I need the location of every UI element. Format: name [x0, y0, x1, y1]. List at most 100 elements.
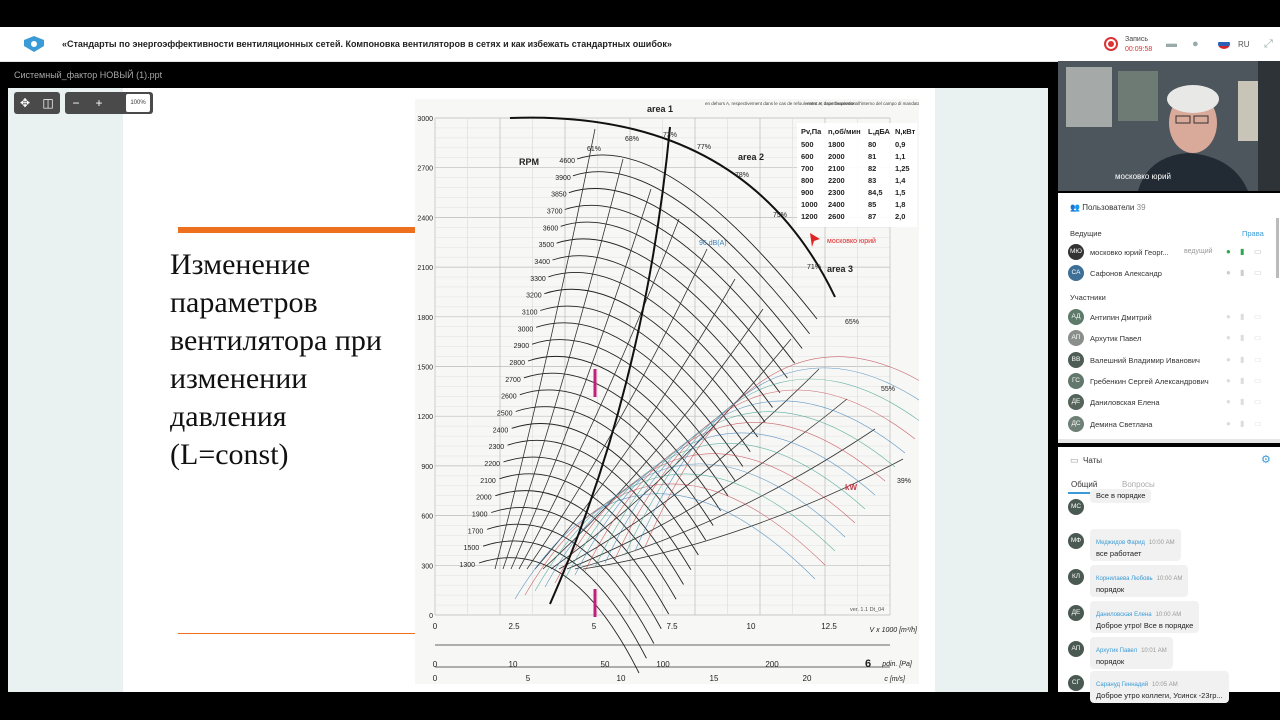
table-cell: 80 [868, 140, 876, 149]
participant-row[interactable]: ДС Демина Светлана ● ▮ ▭ [1068, 415, 1276, 436]
fullscreen-icon[interactable]: ⤢ [1264, 38, 1273, 51]
message-bubble: Даниловская Елена 10:00 AM Доброе утро! Вс… [1090, 601, 1200, 633]
tab-questions[interactable]: Вопросы [1122, 480, 1155, 489]
message-author[interactable]: Меджидов Фарид [1096, 540, 1145, 546]
table-cell: 1,8 [895, 200, 905, 209]
microphone-off-icon[interactable]: ● [1226, 333, 1231, 342]
folder-icon[interactable]: ▬ [1166, 38, 1177, 50]
efficiency-label: 71% [807, 264, 821, 271]
table-cell: 700 [801, 164, 814, 173]
message-author[interactable]: Корнилаева Любовь [1096, 576, 1153, 582]
zoom-out-button[interactable]: − [65, 92, 87, 114]
slide-accent-line [178, 227, 416, 233]
screen-share-icon[interactable]: ▭ [1254, 268, 1262, 277]
avatar: МС [1068, 499, 1084, 515]
header-note: entro A, rispettivamente all'interno del… [807, 101, 919, 106]
participant-row[interactable]: ВВ Валешний Владимир Иванович ● ▮ ▭ [1068, 351, 1276, 372]
zoom-in-button[interactable]: + [88, 92, 110, 114]
tab-general[interactable]: Общий [1071, 480, 1097, 489]
move-icon[interactable]: ✥ [14, 92, 36, 114]
y-tick-label: 0 [429, 613, 433, 620]
camera-off-icon[interactable]: ▮ [1240, 355, 1244, 364]
microphone-off-icon[interactable]: ● [1226, 312, 1231, 321]
microphone-off-icon[interactable]: ● [1226, 397, 1231, 406]
panel-resize-handle[interactable] [1058, 439, 1280, 443]
microphone-off-icon[interactable]: ● [1226, 419, 1231, 428]
russia-flag-icon[interactable] [1218, 39, 1230, 49]
participant-row[interactable]: ДЕ Даниловская Елена ● ▮ ▭ [1068, 394, 1276, 414]
message-time: 10:00 AM [1155, 612, 1182, 618]
camera-icon[interactable]: ▮ [1240, 247, 1244, 256]
avatar: КЛ [1068, 569, 1084, 585]
meeting-title: «Стандарты по энергоэффективности вентил… [62, 39, 672, 49]
camera-off-icon[interactable]: ▮ [1240, 312, 1244, 321]
screen-share-icon[interactable]: ▭ [1254, 419, 1262, 428]
table-cell: 2,0 [895, 212, 905, 221]
camera-off-icon[interactable]: ▮ [1240, 268, 1244, 277]
message-author[interactable]: Архутик Павел [1096, 648, 1137, 654]
fit-width-icon[interactable]: ◫ [37, 92, 59, 114]
rpm-value-label: 3900 [555, 175, 571, 182]
message-bubble: Сарануд Геннадий 10:05 AM Доброе утро колл… [1090, 671, 1229, 703]
camera-off-icon[interactable]: ▮ [1240, 376, 1244, 385]
camera-off-icon[interactable]: ▮ [1240, 333, 1244, 342]
user-name: московко юрий Георг... [1090, 248, 1169, 257]
message-text: порядок [1096, 657, 1125, 666]
avatar: ВВ [1068, 351, 1084, 368]
microphone-off-icon[interactable]: ● [1226, 268, 1231, 277]
language-selector[interactable]: RU [1238, 40, 1250, 49]
message-time: 10:05 AM [1152, 682, 1178, 688]
screen-share-icon[interactable]: ▭ [1254, 247, 1262, 256]
host-row[interactable]: МЮ московко юрий Георг... ведущий ● ▮ ▭ [1068, 244, 1276, 264]
table-cell: 83 [868, 176, 876, 185]
x-tick-label: 12.5 [821, 622, 837, 631]
rpm-value-label: 3000 [518, 326, 534, 333]
microphone-off-icon[interactable]: ● [1226, 376, 1231, 385]
x-tick-label: 7.5 [666, 622, 678, 631]
table-cell: 82 [868, 164, 876, 173]
table-header: L,дБА [868, 127, 891, 136]
screen-share-icon[interactable]: ▭ [1254, 376, 1262, 385]
user-name: Антипин Дмитрий [1090, 313, 1152, 322]
c-tick-label: 15 [710, 674, 719, 683]
table-header: n,об/мин [828, 127, 861, 136]
participants-scrollbar[interactable] [1276, 218, 1279, 278]
settings-gear-icon[interactable]: ⚙ [1261, 453, 1271, 466]
table-cell: 1,4 [895, 176, 906, 185]
kw-label: kW [845, 483, 857, 492]
microphone-icon[interactable]: ● [1226, 247, 1231, 256]
table-cell: 84,5 [868, 188, 883, 197]
c-axis-unit: c [m/s] [884, 676, 906, 683]
message-author[interactable]: Даниловская Елена [1096, 612, 1152, 618]
rpm-value-label: 2900 [514, 343, 530, 350]
message-bubble: Меджидов Фарид 10:00 AM все работает [1090, 529, 1181, 561]
info-icon[interactable]: ● [1192, 38, 1199, 50]
fan-performance-chart: 300027002400210018001500120090060030000 2… [415, 99, 919, 684]
y-tick-label: 300 [421, 563, 433, 570]
camera-off-icon[interactable]: ▮ [1240, 397, 1244, 406]
screen-share-icon[interactable]: ▭ [1254, 312, 1262, 321]
screen-share-icon[interactable]: ▭ [1254, 355, 1262, 364]
participant-row[interactable]: АД Антипин Дмитрий ● ▮ ▭ [1068, 309, 1276, 329]
microphone-off-icon[interactable]: ● [1226, 355, 1231, 364]
x-tick-label: 5 [592, 622, 597, 631]
y-tick-label: 1800 [417, 315, 433, 322]
screen-share-icon[interactable]: ▭ [1254, 397, 1262, 406]
message-time: 10:01 AM [1141, 648, 1167, 654]
x-tick-label: 2.5 [508, 622, 520, 631]
participant-row[interactable]: ГС Гребенкин Сергей Александрович ● ▮ ▭ [1068, 372, 1276, 393]
user-name: Архутик Павел [1090, 334, 1142, 344]
pdin-tick-label: 100 [656, 660, 670, 669]
y-tick-label: 1500 [417, 365, 433, 372]
zoom-level[interactable]: 100% [126, 94, 150, 112]
participant-row[interactable]: АП Архутик Павел ● ▮ ▭ [1068, 330, 1276, 350]
camera-off-icon[interactable]: ▮ [1240, 419, 1244, 428]
efficiency-label: 68% [625, 136, 639, 143]
hosts-label: Ведущие [1070, 229, 1102, 238]
host-row[interactable]: СА Сафонов Александр ● ▮ ▭ [1068, 265, 1276, 285]
avatar: ГС [1068, 372, 1084, 389]
rights-link[interactable]: Права [1242, 229, 1264, 238]
message-author[interactable]: Сарануд Геннадий [1096, 682, 1148, 688]
c-tick-label: 10 [617, 674, 626, 683]
screen-share-icon[interactable]: ▭ [1254, 333, 1262, 342]
